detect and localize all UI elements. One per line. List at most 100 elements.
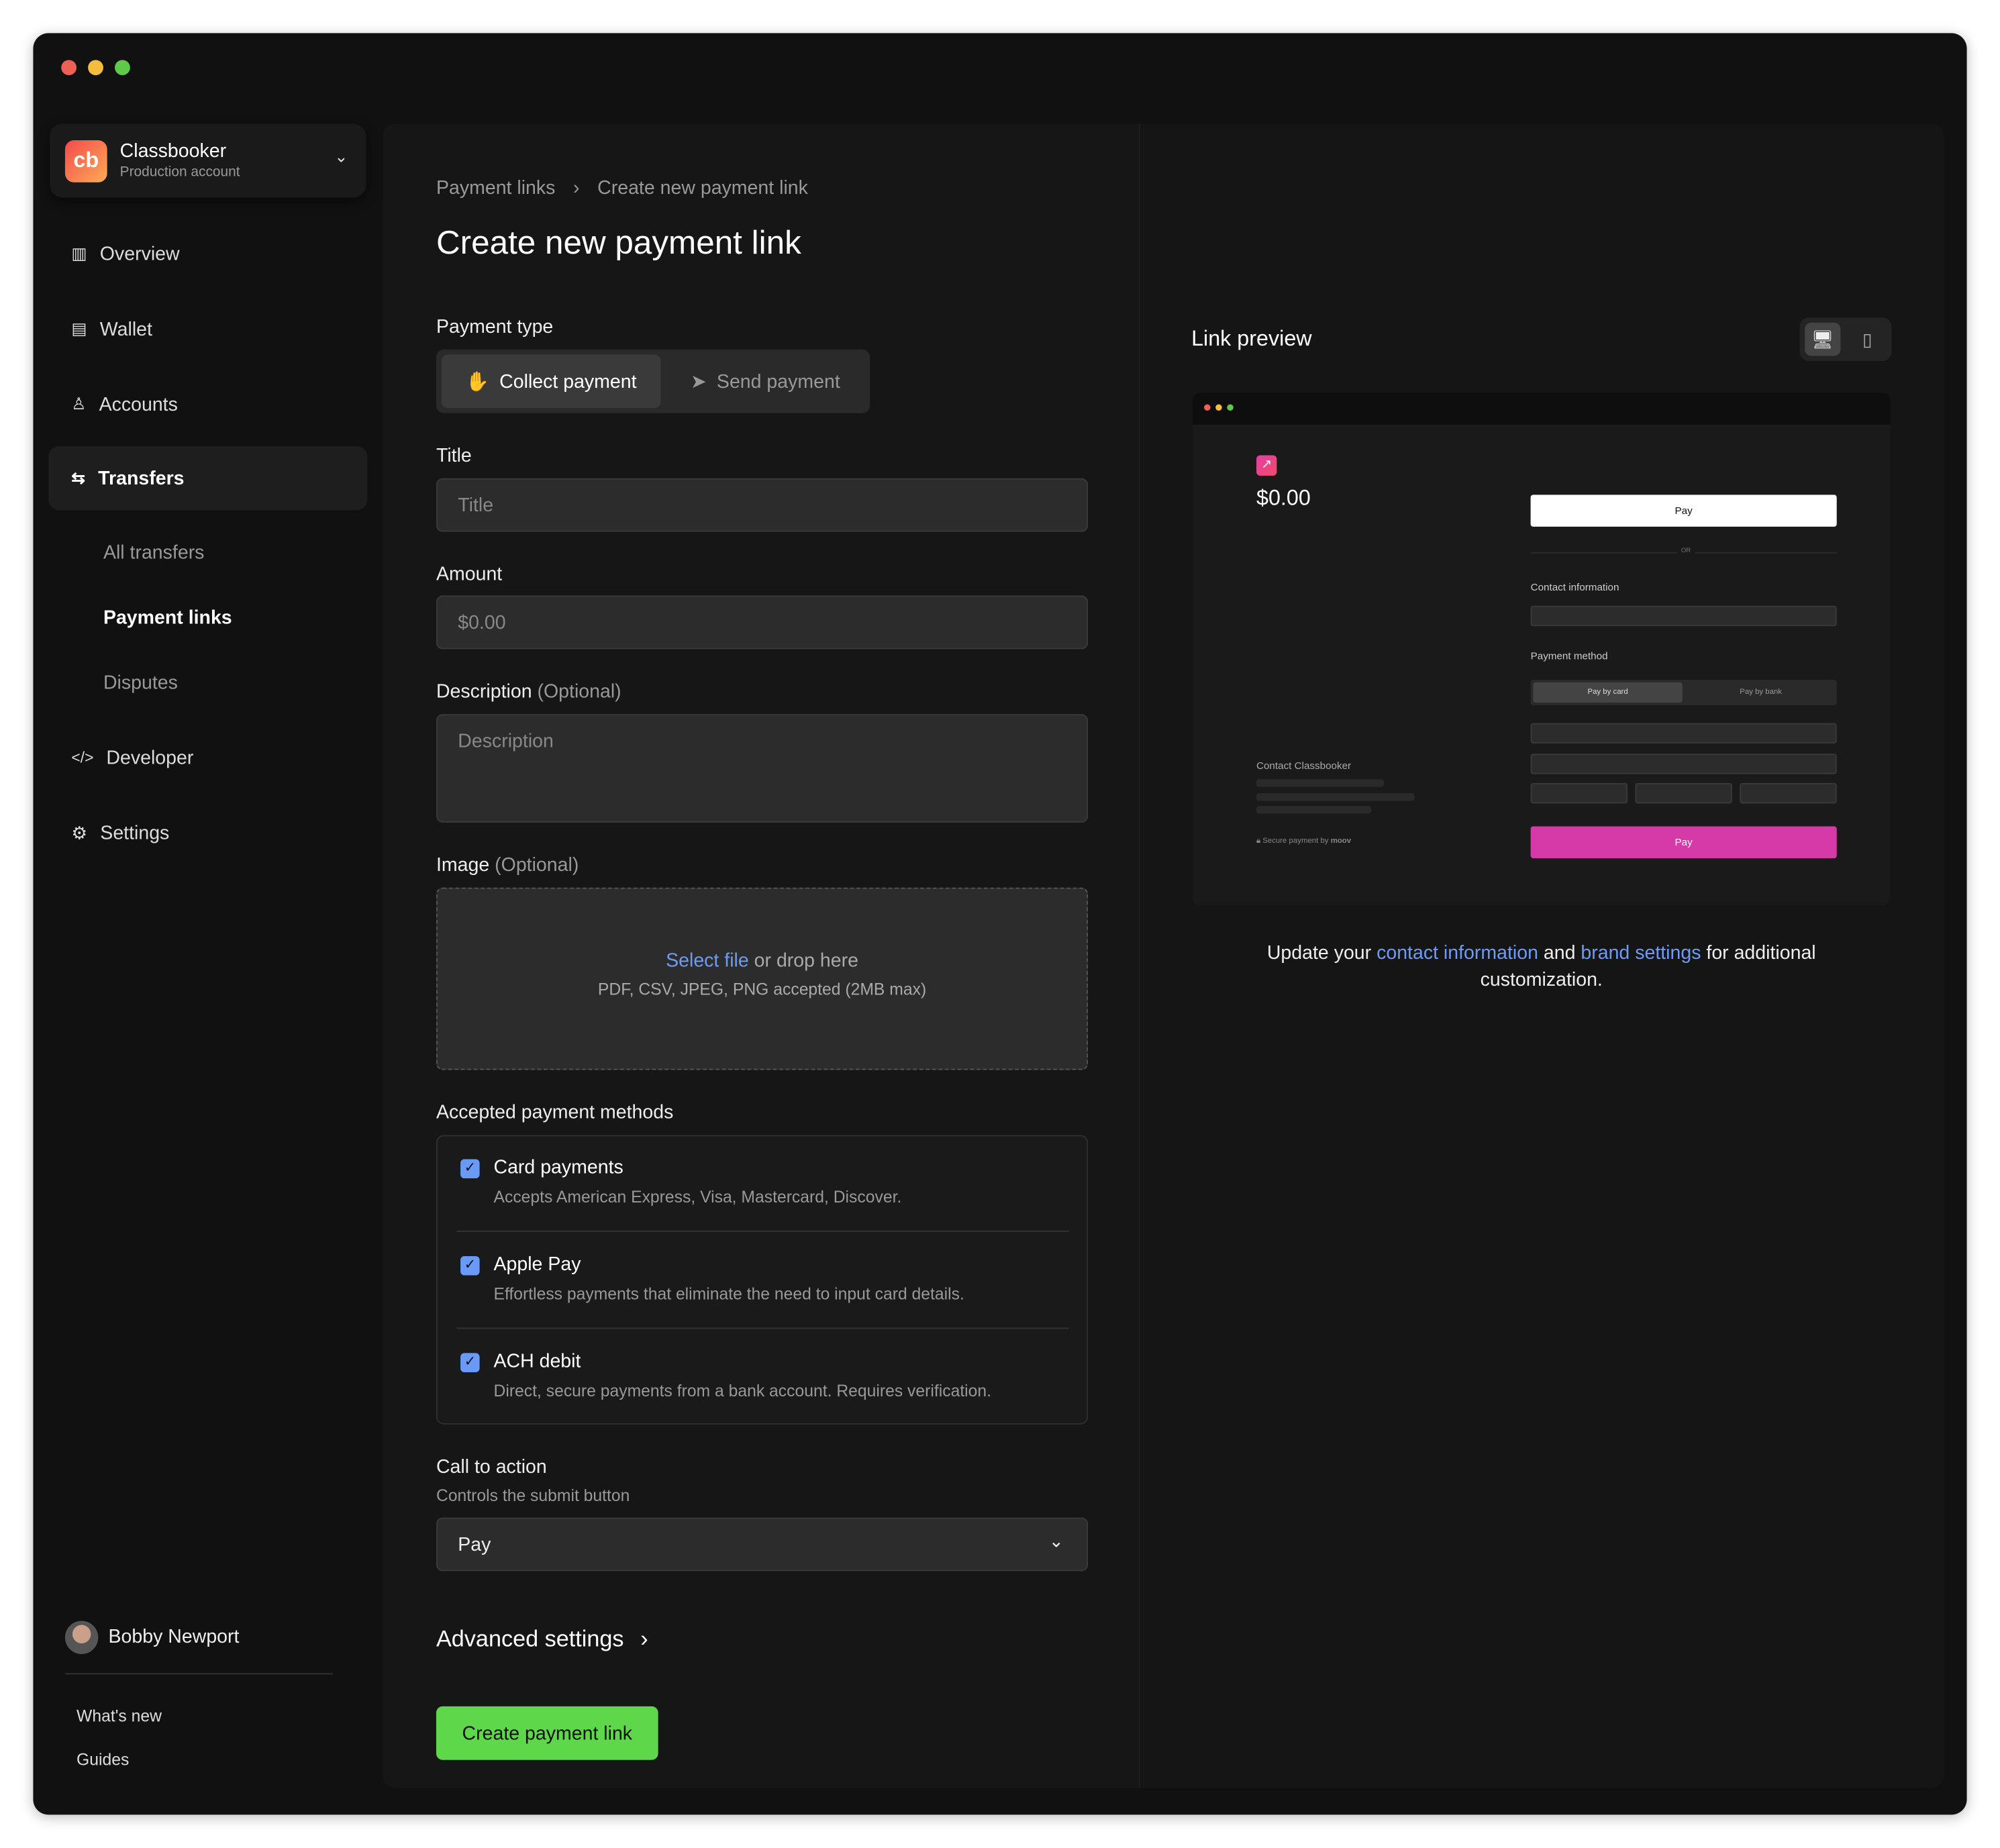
mobile-icon[interactable]: ▯ — [1856, 323, 1879, 356]
create-payment-link-button[interactable]: Create payment link — [436, 1706, 658, 1760]
preview-field — [1530, 723, 1837, 743]
optional-tag: (Optional) — [495, 854, 579, 876]
label-text: Description — [436, 680, 532, 703]
account-switcher[interactable]: cb Classbooker Production account ⌄ — [50, 123, 366, 198]
select-file-link[interactable]: Select file — [666, 950, 749, 972]
divider — [64, 1673, 334, 1675]
preview-titlebar — [1192, 393, 1891, 425]
sidebar-item-developer[interactable]: </> Developer — [48, 725, 367, 789]
brand-logo-icon: ↗ — [1256, 455, 1277, 476]
sidebar-item-overview[interactable]: ▥ Overview — [48, 222, 367, 286]
wallet-icon: ▤ — [71, 319, 87, 338]
preview-pay-button: Pay — [1530, 826, 1837, 859]
ach-debit-checkbox[interactable]: ✓ — [460, 1353, 480, 1372]
device-toggle: 🖥 ▯ — [1799, 317, 1892, 361]
note-text: and — [1543, 942, 1576, 964]
drop-text: or drop here — [754, 949, 858, 972]
sidebar-subitem-all-transfers[interactable]: All transfers — [103, 542, 205, 564]
advanced-label: Advanced settings — [436, 1626, 624, 1652]
brand-settings-link[interactable]: brand settings — [1581, 942, 1701, 964]
moov-logo: moov — [1330, 837, 1352, 846]
sidebar-item-accounts[interactable]: ♙ Accounts — [48, 372, 367, 436]
chevron-down-icon: ⌄ — [1048, 1530, 1064, 1551]
note-text: Update your — [1266, 942, 1372, 964]
advanced-settings-toggle[interactable]: Advanced settings › — [436, 1626, 648, 1653]
description-input[interactable]: Description — [436, 714, 1089, 823]
whats-new-link[interactable]: What's new — [77, 1706, 162, 1726]
method-desc: Direct, secure payments from a bank acco… — [493, 1381, 992, 1400]
placeholder-line — [1256, 806, 1372, 814]
send-payment-tab[interactable]: ➤ Send payment — [666, 354, 864, 408]
title-label: Title — [436, 445, 472, 467]
preview-field — [1740, 782, 1837, 804]
sidebar-item-transfers[interactable]: ⇆ Transfers — [48, 446, 368, 511]
hand-coin-icon: ✋ — [465, 371, 489, 393]
preview-field — [1635, 782, 1732, 804]
amount-input[interactable]: $0.00 — [436, 595, 1089, 650]
maximize-window-button[interactable] — [115, 60, 130, 76]
preview-frame: ↗ $0.00 Pay OR Contact information Payme… — [1192, 393, 1891, 906]
secure-text: Secure payment by — [1262, 837, 1329, 846]
card-payments-checkbox[interactable]: ✓ — [460, 1159, 480, 1179]
breadcrumb-current: Create new payment link — [597, 177, 808, 199]
user-name[interactable]: Bobby Newport — [109, 1626, 240, 1647]
user-icon: ♙ — [71, 394, 87, 413]
secure-footer: 🔒︎ Secure payment by moov — [1256, 838, 1351, 847]
lock-icon: 🔒︎ — [1256, 837, 1261, 846]
close-window-button[interactable] — [61, 60, 77, 76]
collect-payment-tab[interactable]: ✋ Collect payment — [441, 354, 661, 409]
account-name: Classbooker — [119, 140, 227, 162]
sidebar-subitem-payment-links[interactable]: Payment links — [103, 607, 232, 629]
methods-label: Accepted payment methods — [436, 1102, 674, 1124]
dot — [1215, 404, 1222, 411]
breadcrumb: Payment links › Create new payment link — [436, 177, 808, 199]
sidebar-subitem-disputes[interactable]: Disputes — [103, 672, 178, 694]
desktop-icon[interactable]: 🖥 — [1805, 322, 1841, 356]
chevron-right-icon: › — [640, 1626, 648, 1652]
send-icon: ➤ — [690, 371, 707, 393]
sidebar-item-label: Transfers — [98, 467, 185, 489]
sidebar-item-label: Overview — [99, 243, 180, 265]
preview-field — [1530, 605, 1837, 627]
preview-method-toggle: Pay by card Pay by bank — [1530, 679, 1837, 705]
cta-value: Pay — [458, 1533, 491, 1555]
preview-field — [1530, 754, 1837, 774]
dot — [1204, 404, 1211, 411]
preview-note: Update your contact information and bran… — [1224, 940, 1858, 994]
minimize-window-button[interactable] — [88, 60, 103, 76]
sidebar-item-label: Wallet — [99, 318, 152, 340]
sidebar-item-label: Developer — [106, 746, 194, 769]
image-dropzone[interactable]: Select file or drop here PDF, CSV, JPEG,… — [436, 887, 1089, 1070]
chevron-right-icon: › — [573, 177, 580, 199]
main-panel: Payment links › Create new payment link Cr… — [383, 123, 1944, 1788]
contact-info-label: Contact information — [1530, 581, 1619, 593]
title-input[interactable]: Title — [436, 478, 1089, 532]
preview-contact: Contact Classbooker — [1256, 760, 1352, 772]
contact-information-link[interactable]: contact information — [1377, 942, 1538, 964]
method-title: ACH debit — [493, 1350, 581, 1372]
gear-icon: ⚙ — [71, 821, 88, 843]
amount-label: Amount — [436, 564, 503, 586]
apple-pay-label: Pay — [1674, 505, 1693, 517]
guides-link[interactable]: Guides — [77, 1749, 129, 1769]
method-desc: Effortless payments that eliminate the n… — [493, 1284, 964, 1304]
pay-by-card-tab: Pay by card — [1533, 682, 1683, 703]
method-title: Card payments — [493, 1156, 623, 1179]
sidebar-item-settings[interactable]: ⚙ Settings — [48, 801, 367, 865]
avatar[interactable] — [64, 1621, 99, 1654]
cta-select[interactable]: Pay ⌄ — [436, 1517, 1089, 1572]
method-desc: Accepts American Express, Visa, Masterca… — [493, 1187, 902, 1207]
divider — [456, 1327, 1069, 1329]
pay-by-bank-tab: Pay by bank — [1740, 688, 1783, 697]
sidebar-item-wallet[interactable]: ▤ Wallet — [48, 297, 367, 361]
apple-pay-checkbox[interactable]: ✓ — [460, 1255, 480, 1276]
payment-method-label: Payment method — [1530, 650, 1608, 662]
code-icon: </> — [71, 748, 94, 767]
tab-label: Send payment — [716, 370, 840, 393]
apple-pay-button: Pay — [1530, 495, 1837, 527]
breadcrumb-payment-links[interactable]: Payment links — [436, 177, 555, 199]
tab-label: Collect payment — [499, 370, 637, 393]
placeholder-line — [1256, 793, 1415, 801]
cta-label: Call to action — [436, 1456, 547, 1478]
image-label: Image (Optional) — [436, 854, 579, 876]
